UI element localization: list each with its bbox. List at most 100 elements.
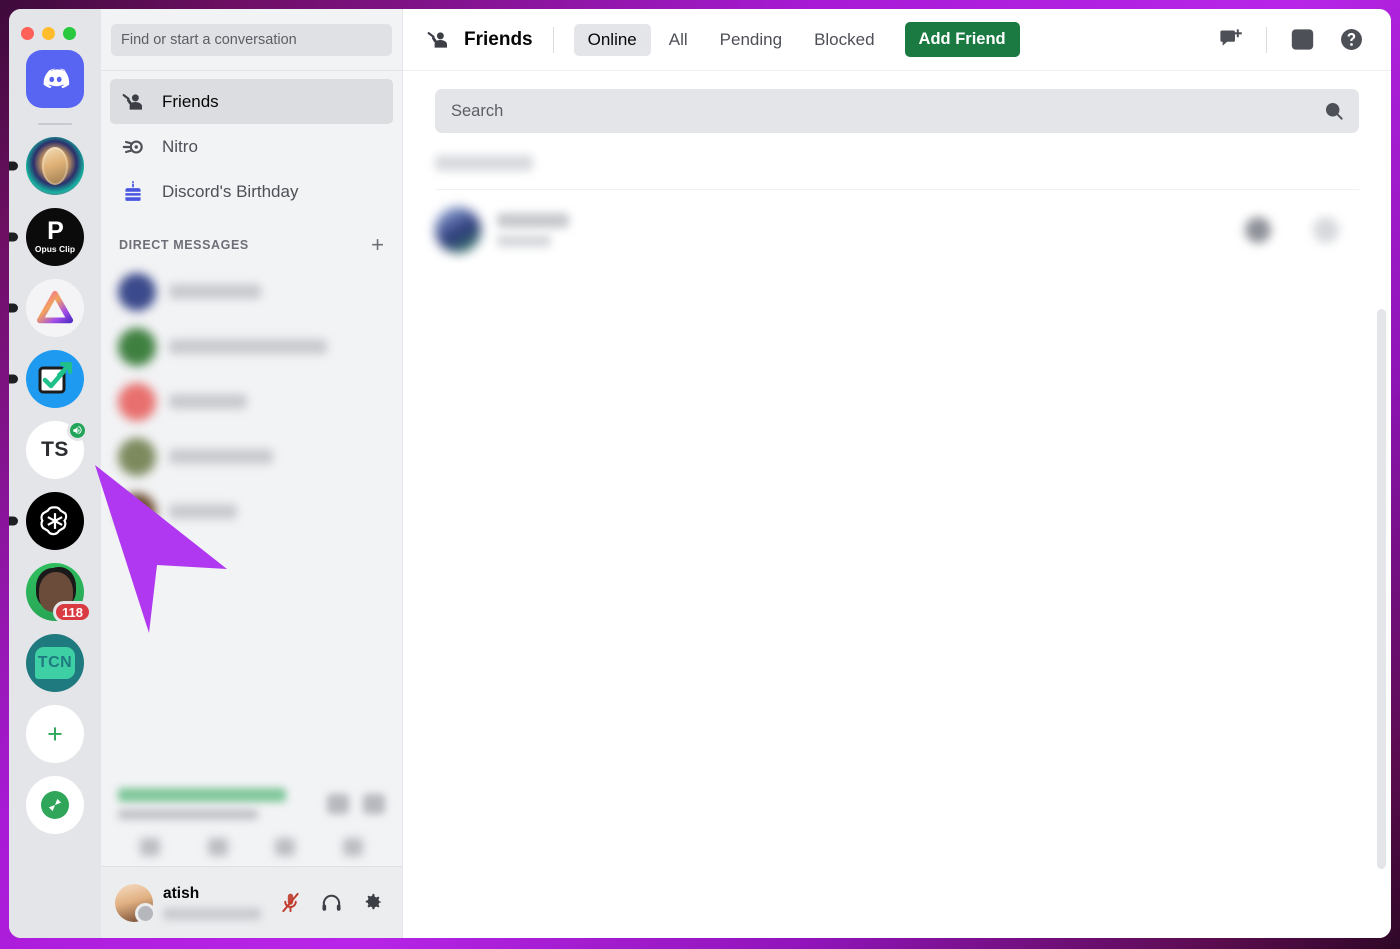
help-icon[interactable] bbox=[1328, 20, 1375, 59]
user-controls bbox=[279, 891, 392, 914]
server-item-verge[interactable] bbox=[9, 279, 101, 337]
list-item[interactable] bbox=[110, 319, 393, 374]
add-server-button[interactable]: + bbox=[9, 705, 101, 763]
server-item-discord-home[interactable] bbox=[9, 50, 101, 108]
tab-pending[interactable]: Pending bbox=[706, 24, 796, 56]
server-avatar-opus-clip: P Opus Clip bbox=[26, 208, 84, 266]
create-dm-button[interactable]: + bbox=[371, 234, 384, 256]
sidebar-item-nitro[interactable]: Nitro bbox=[110, 124, 393, 169]
main-header: Friends Online All Pending Blocked Add F… bbox=[403, 9, 1391, 71]
cake-icon bbox=[120, 179, 146, 205]
search-box bbox=[435, 89, 1359, 133]
friends-wave-icon bbox=[427, 31, 447, 48]
search-section bbox=[403, 71, 1391, 133]
ts-label: TS bbox=[41, 438, 69, 461]
sidebar-item-friends[interactable]: Friends bbox=[110, 79, 393, 124]
avatar bbox=[118, 492, 156, 531]
voice-status-row bbox=[110, 786, 393, 826]
list-item[interactable] bbox=[110, 374, 393, 429]
app-window: P Opus Clip TS 118 TCN + Find or start a… bbox=[9, 9, 1391, 938]
server-item-ts[interactable]: TS bbox=[9, 420, 101, 479]
header-divider-2 bbox=[1266, 26, 1267, 53]
list-item[interactable] bbox=[110, 484, 393, 539]
voice-soundboard-button[interactable] bbox=[343, 838, 364, 856]
voice-connected-speaker-icon bbox=[67, 420, 88, 441]
rail-divider bbox=[38, 123, 72, 125]
username: atish bbox=[163, 885, 200, 902]
avatar bbox=[118, 327, 156, 366]
add-friend-button[interactable]: Add Friend bbox=[904, 22, 1020, 57]
dm-name bbox=[169, 449, 273, 464]
explore-servers-button[interactable] bbox=[9, 776, 101, 834]
voice-camera-button[interactable] bbox=[139, 838, 160, 856]
find-conversation-input[interactable] bbox=[111, 23, 392, 56]
close-window-button[interactable] bbox=[21, 27, 34, 40]
user-tag bbox=[163, 908, 261, 920]
unread-indicator bbox=[9, 232, 18, 242]
main-content: Friends Online All Pending Blocked Add F… bbox=[403, 9, 1391, 938]
sidebar-item-discord-birthday[interactable]: Discord's Birthday bbox=[110, 169, 393, 214]
maximize-window-button[interactable] bbox=[63, 27, 76, 40]
find-conversation-bar bbox=[101, 9, 402, 71]
list-item[interactable] bbox=[110, 429, 393, 484]
server-item-opus-clip[interactable]: P Opus Clip bbox=[9, 208, 101, 266]
inbox-icon[interactable] bbox=[1279, 20, 1326, 59]
friends-wave-icon bbox=[120, 89, 146, 115]
dm-sidebar: Friends Nitro Discord's Birthday DIRECT … bbox=[101, 9, 403, 938]
voice-status-text bbox=[118, 788, 286, 820]
plus-glyph: + bbox=[47, 718, 63, 749]
friend-row-actions bbox=[1245, 217, 1359, 243]
user-panel: atish bbox=[101, 866, 402, 938]
tab-online[interactable]: Online bbox=[573, 23, 651, 56]
online-count-label bbox=[435, 155, 533, 171]
tab-blocked[interactable]: Blocked bbox=[800, 24, 888, 56]
voice-disconnect-button[interactable] bbox=[363, 794, 385, 814]
headphones-icon[interactable] bbox=[320, 891, 343, 914]
dm-name bbox=[169, 339, 327, 354]
window-traffic-lights bbox=[21, 27, 76, 40]
avatar[interactable] bbox=[115, 883, 156, 924]
message-icon[interactable] bbox=[1245, 217, 1271, 243]
list-item[interactable] bbox=[110, 264, 393, 319]
server-avatar-artwork bbox=[26, 137, 84, 195]
opus-clip-label: Opus Clip bbox=[34, 243, 76, 254]
dm-conversation-list bbox=[101, 264, 402, 539]
avatar bbox=[118, 382, 156, 421]
minimize-window-button[interactable] bbox=[42, 27, 55, 40]
gear-icon[interactable] bbox=[361, 891, 384, 914]
voice-activity-button[interactable] bbox=[275, 838, 296, 856]
server-item-openai[interactable] bbox=[9, 492, 101, 550]
sidebar-nav: Friends Nitro Discord's Birthday bbox=[101, 71, 402, 214]
compass-icon bbox=[26, 776, 84, 834]
page-title-label: Friends bbox=[464, 28, 533, 50]
server-avatar-openai bbox=[26, 492, 84, 550]
table-row[interactable] bbox=[435, 194, 1359, 266]
server-avatar-verge bbox=[26, 279, 84, 337]
dm-name bbox=[169, 284, 261, 299]
server-item-tcn[interactable]: TCN bbox=[9, 634, 101, 692]
server-item-checklist[interactable] bbox=[9, 350, 101, 408]
unread-indicator bbox=[9, 303, 18, 313]
server-item-personal[interactable]: 118 bbox=[9, 563, 101, 623]
unread-indicator bbox=[9, 374, 18, 384]
voice-screen-button[interactable] bbox=[207, 838, 228, 856]
discord-logo-icon bbox=[26, 50, 84, 108]
search-input[interactable] bbox=[435, 89, 1359, 133]
avatar bbox=[118, 437, 156, 476]
unread-count-badge: 118 bbox=[53, 601, 92, 623]
nitro-icon bbox=[120, 134, 146, 160]
more-icon[interactable] bbox=[1313, 217, 1339, 243]
header-divider bbox=[552, 26, 554, 53]
tab-all[interactable]: All bbox=[655, 24, 702, 56]
microphone-muted-icon[interactable] bbox=[279, 891, 302, 914]
avatar bbox=[118, 272, 156, 311]
main-scrollbar[interactable] bbox=[1377, 309, 1386, 869]
opus-p-glyph: P bbox=[47, 217, 64, 246]
voice-connection-panel[interactable] bbox=[110, 778, 393, 866]
compass-needle bbox=[41, 791, 69, 819]
unread-indicator bbox=[9, 516, 18, 526]
server-item-artwork[interactable] bbox=[9, 137, 101, 195]
purple-frame-border: P Opus Clip TS 118 TCN + Find or start a… bbox=[0, 0, 1400, 949]
voice-screenshare-button[interactable] bbox=[327, 794, 349, 814]
new-group-dm-icon[interactable] bbox=[1207, 20, 1254, 59]
